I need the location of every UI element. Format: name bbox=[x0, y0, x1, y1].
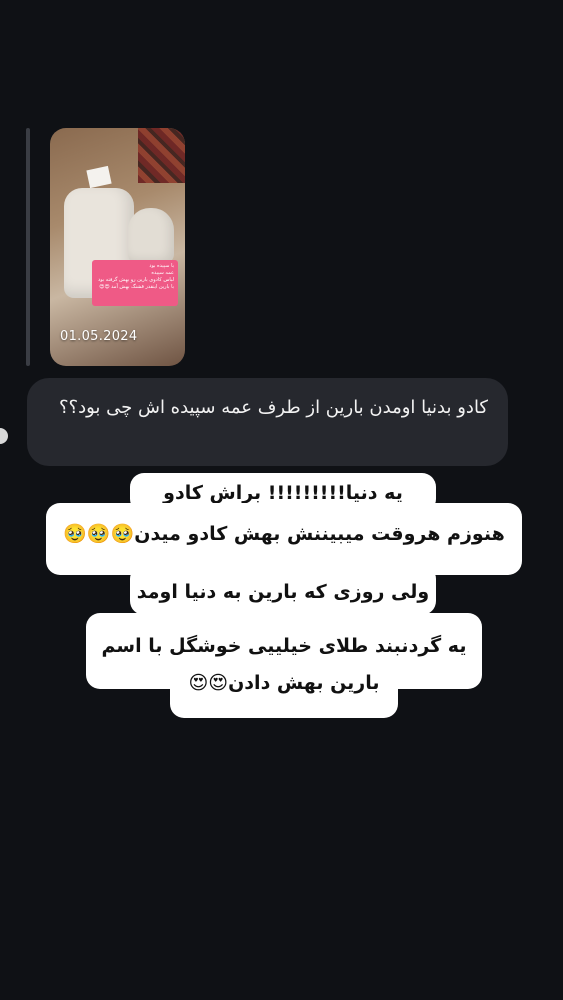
baby-hat-photo-detail bbox=[128, 208, 174, 264]
answer-text-line: بارین بهش دادن😍😍 bbox=[170, 660, 398, 718]
rug-photo-detail bbox=[138, 128, 185, 183]
sticker-line: عمه سپیده bbox=[151, 270, 174, 276]
sticker-line: با سپیده بود bbox=[149, 263, 174, 269]
story-date: 01.05.2024 bbox=[60, 329, 138, 344]
sticker-line: با بارین اینقدر قشنگ بهش آمد 😍😍 bbox=[99, 284, 174, 290]
reply-indicator-line bbox=[26, 128, 30, 366]
sticker-line: لباس کادوی بارین رو بهش گرفته بود bbox=[97, 277, 174, 283]
avatar-icon[interactable] bbox=[0, 428, 8, 444]
clothing-tag-photo-detail bbox=[86, 165, 112, 189]
answer-text-line: ولی روزی که بارین به دنیا اومد bbox=[130, 565, 436, 615]
story-text-sticker: با سپیده بود عمه سپیده لباس کادوی بارین … bbox=[92, 260, 178, 306]
story-thumbnail[interactable]: با سپیده بود عمه سپیده لباس کادوی بارین … bbox=[50, 128, 185, 366]
question-message-bubble: کادو بدنیا اومدن بارین از طرف عمه سپیده … bbox=[27, 378, 508, 466]
